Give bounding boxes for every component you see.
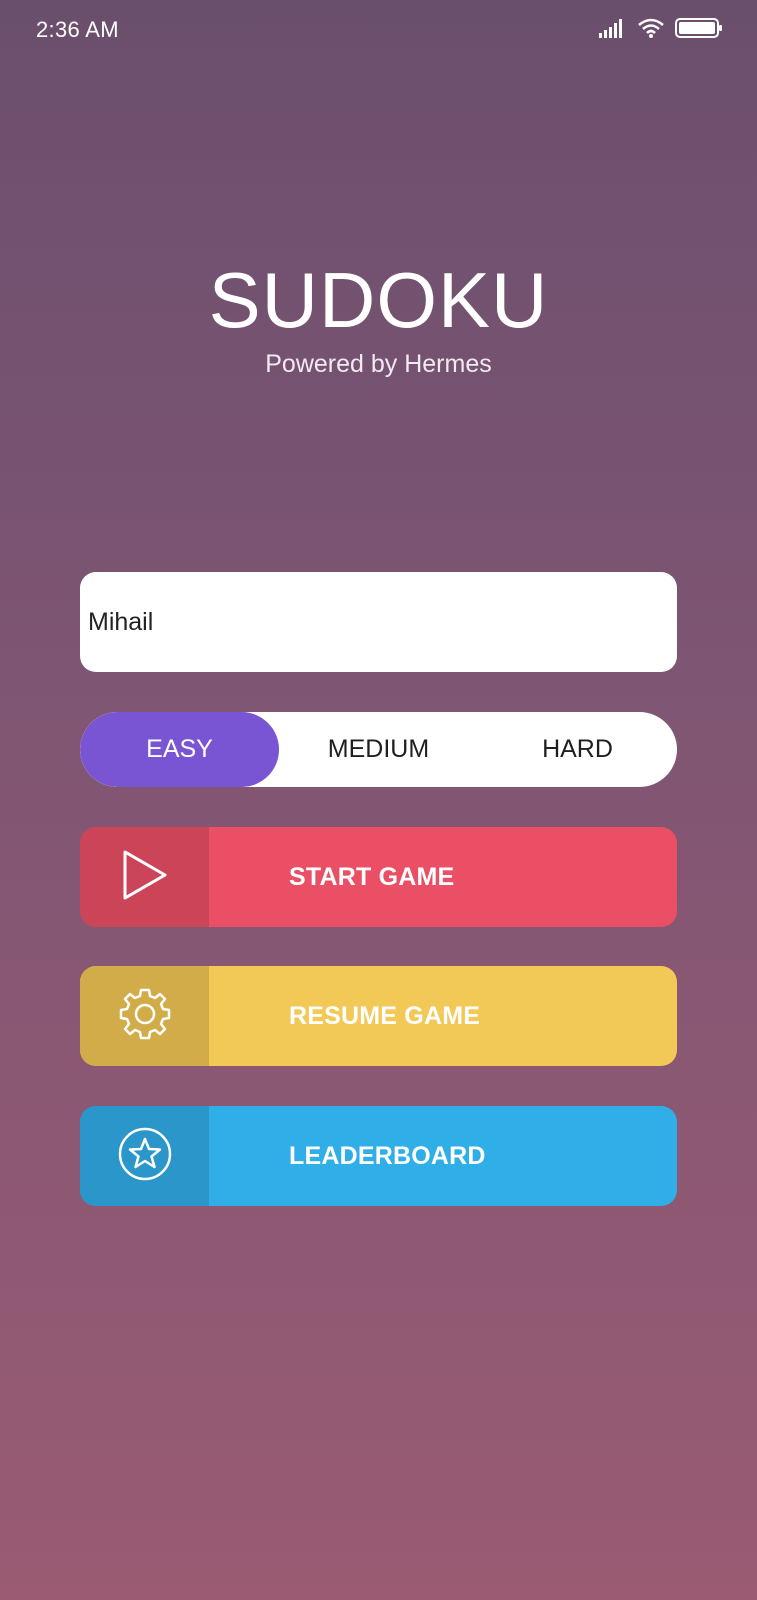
difficulty-option-easy[interactable]: EASY	[80, 712, 279, 787]
status-bar: 2:36 AM	[0, 0, 757, 60]
start-game-label: START GAME	[289, 862, 455, 891]
play-icon	[121, 849, 169, 906]
star-icon	[117, 1126, 173, 1187]
status-icons	[599, 17, 723, 39]
app-subtitle: Powered by Hermes	[265, 350, 492, 378]
gear-icon	[117, 986, 173, 1047]
wifi-icon	[637, 17, 665, 39]
player-name-input[interactable]	[80, 572, 677, 672]
battery-icon	[675, 17, 723, 39]
start-game-button[interactable]: START GAME	[80, 827, 677, 927]
difficulty-option-medium[interactable]: MEDIUM	[279, 712, 478, 787]
start-game-icon-block	[80, 827, 209, 927]
leaderboard-button[interactable]: LEADERBOARD	[80, 1106, 677, 1206]
app-title: SUDOKU	[208, 256, 549, 344]
difficulty-selector: EASY MEDIUM HARD	[80, 712, 677, 787]
leaderboard-icon-block	[80, 1106, 209, 1206]
difficulty-option-hard[interactable]: HARD	[478, 712, 677, 787]
leaderboard-label: LEADERBOARD	[289, 1141, 486, 1170]
resume-game-button[interactable]: RESUME GAME	[80, 966, 677, 1066]
status-time: 2:36 AM	[36, 17, 119, 42]
resume-game-icon-block	[80, 966, 209, 1066]
signal-icon	[599, 18, 627, 38]
resume-game-label: RESUME GAME	[289, 1001, 481, 1030]
